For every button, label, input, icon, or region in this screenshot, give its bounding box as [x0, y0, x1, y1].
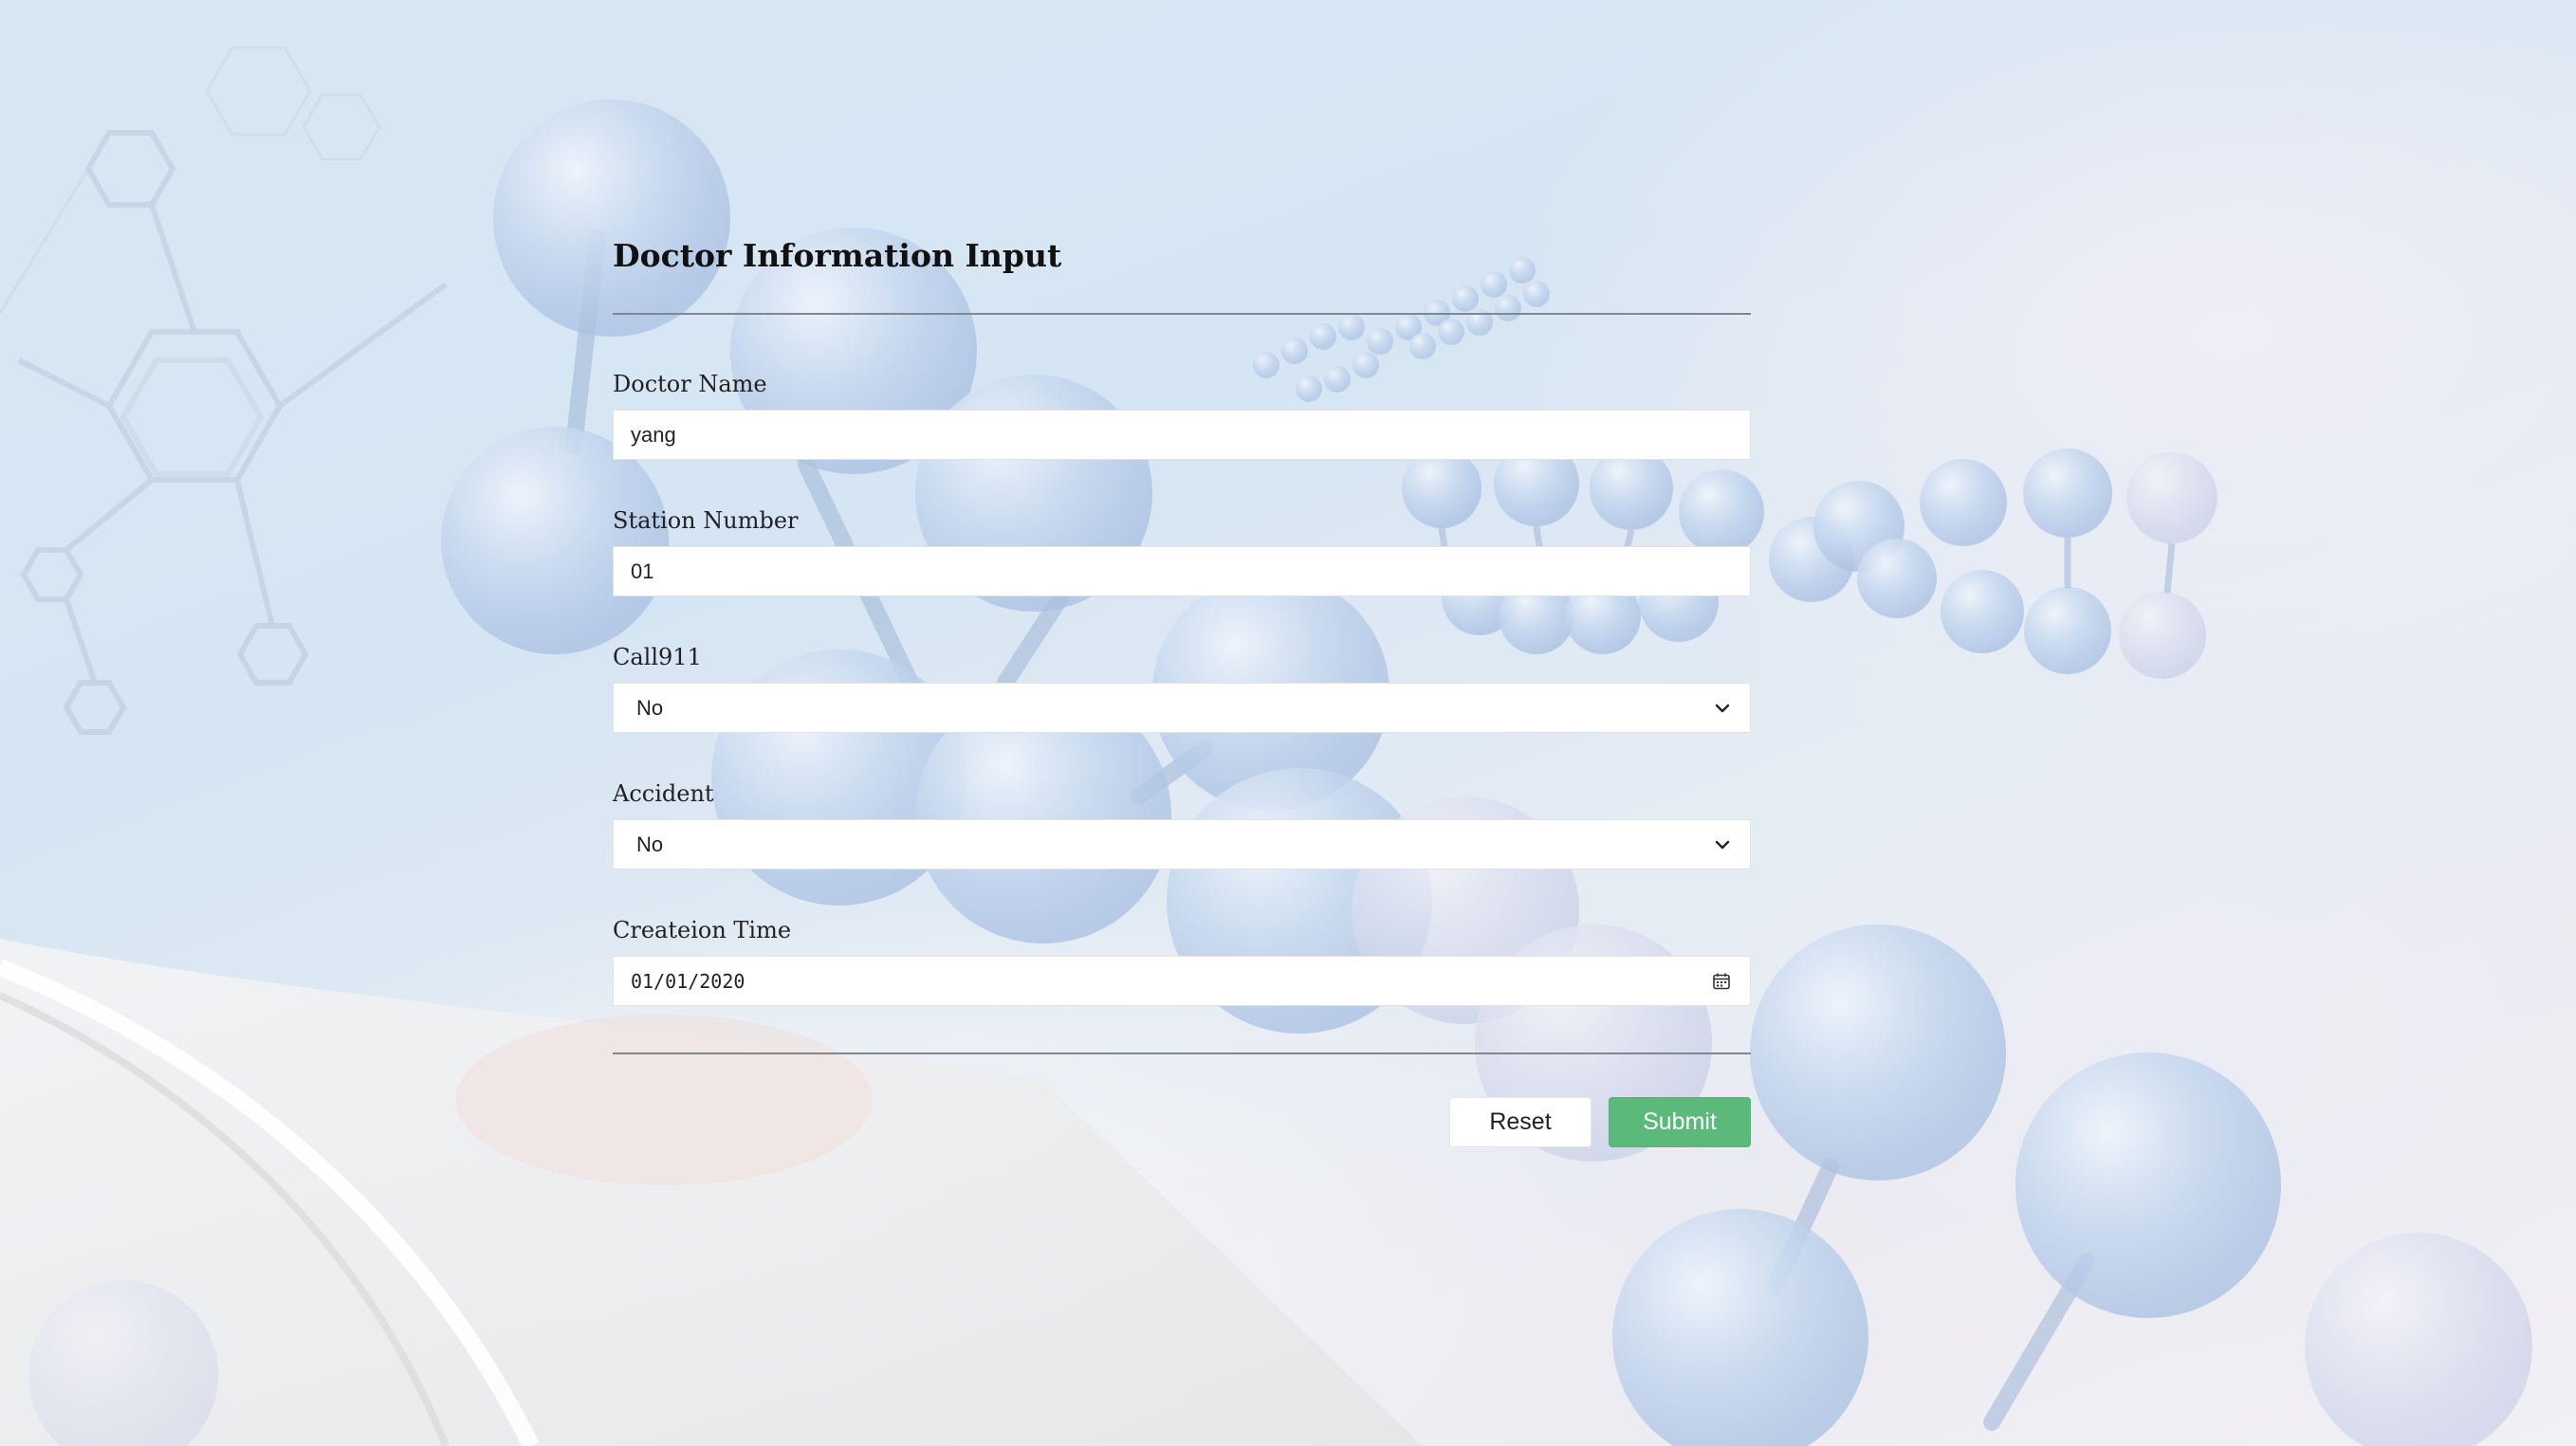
accident-label: Accident: [613, 780, 714, 807]
call911-label: Call911: [613, 644, 702, 670]
submit-button[interactable]: Submit: [1609, 1097, 1751, 1147]
call911-selected-value: No: [636, 695, 664, 720]
calendar-icon[interactable]: [1710, 970, 1733, 993]
doctor-name-value: yang: [631, 422, 676, 447]
accident-field: Accident No: [613, 779, 1751, 869]
form-actions: Reset Submit: [1449, 1097, 1751, 1147]
accident-select[interactable]: No: [613, 819, 1751, 869]
bottom-divider: [613, 1052, 1751, 1054]
chevron-down-icon: [1712, 834, 1733, 855]
doctor-name-input[interactable]: yang: [613, 410, 1751, 460]
accident-selected-value: No: [636, 832, 664, 856]
station-number-field: Station Number 01: [613, 506, 1751, 596]
chevron-down-icon: [1712, 698, 1733, 719]
doctor-name-field: Doctor Name yang: [613, 370, 1751, 460]
top-divider: [613, 313, 1751, 315]
station-number-value: 01: [631, 558, 654, 583]
station-number-label: Station Number: [613, 507, 799, 534]
creation-time-field: Createion Time 01/01/2020: [613, 916, 1751, 1006]
station-number-input[interactable]: 01: [613, 546, 1751, 596]
creation-time-date-input[interactable]: 01/01/2020: [613, 956, 1751, 1006]
creation-time-label: Createion Time: [613, 917, 792, 943]
call911-select[interactable]: No: [613, 683, 1751, 733]
creation-time-value: 01/01/2020: [631, 969, 745, 993]
reset-button[interactable]: Reset: [1449, 1097, 1592, 1147]
doctor-form: Doctor Information Input Doctor Name yan…: [613, 237, 1751, 1147]
call911-field: Call911 No: [613, 643, 1751, 733]
doctor-name-label: Doctor Name: [613, 371, 767, 397]
page-title: Doctor Information Input: [613, 237, 1062, 274]
page-background: Doctor Information Input Doctor Name yan…: [0, 0, 2576, 1446]
